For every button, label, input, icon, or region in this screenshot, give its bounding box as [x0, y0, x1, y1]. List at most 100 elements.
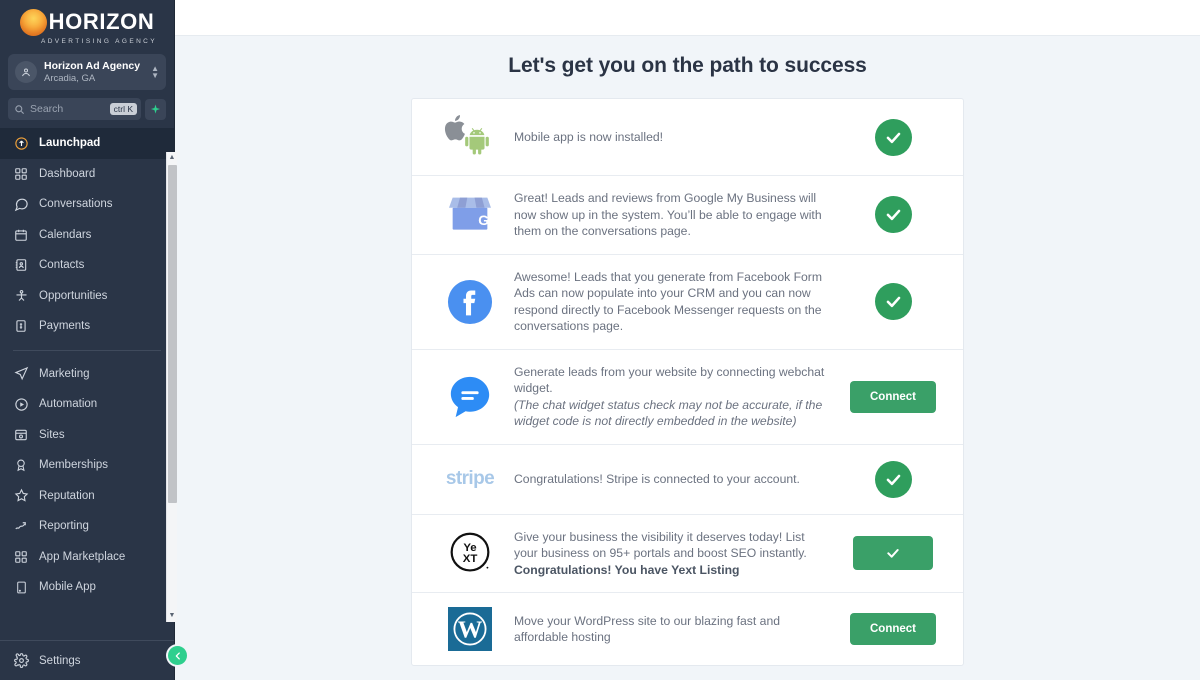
grid-icon [13, 166, 29, 182]
payments-icon [13, 318, 29, 334]
sidebar-item-reporting[interactable]: Reporting [0, 511, 174, 542]
sidebar: HORIZON ADVERTISING AGENCY Horizon Ad Ag… [0, 0, 187, 680]
sidebar-item-launchpad[interactable]: Launchpad [0, 128, 174, 159]
agency-name: Horizon Ad Agency [44, 59, 141, 72]
sidebar-footer: Settings [0, 640, 174, 680]
logo-tagline: ADVERTISING AGENCY [40, 37, 158, 45]
launchpad-row-text: Move your WordPress site to our blazing … [500, 613, 847, 646]
play-circle-icon [13, 396, 29, 412]
check-icon [886, 474, 900, 485]
launchpad-row-action [847, 460, 939, 498]
contacts-icon [13, 257, 29, 273]
sidebar-item-memberships[interactable]: Memberships [0, 450, 174, 481]
check-icon [887, 549, 899, 558]
webchat-widget-icon [440, 374, 500, 420]
sidebar-item-payments[interactable]: Payments [0, 311, 174, 342]
launchpad-row: Awesome! Leads that you generate from Fa… [412, 255, 963, 350]
page-title: Let's get you on the path to success [508, 54, 867, 77]
sidebar-item-label: Marketing [39, 367, 90, 380]
gear-icon [13, 653, 29, 669]
sidebar-item-contacts[interactable]: Contacts [0, 250, 174, 281]
sidebar-item-mobile-app[interactable]: Mobile App [0, 572, 174, 603]
main-area: Let's get you on the path to success Mob… [175, 0, 1200, 680]
sidebar-item-label: Reporting [39, 520, 89, 533]
launchpad-card: Mobile app is now installed! G Great! Le… [411, 98, 964, 666]
sidebar-item-label: Sites [39, 428, 65, 441]
sidebar-scrollbar[interactable]: ▲ ▼ [166, 152, 177, 622]
search-bar: Search ctrl K [8, 98, 166, 120]
sun-icon [19, 8, 47, 36]
launchpad-row-action [847, 196, 939, 234]
svg-text:W: W [458, 616, 483, 643]
check-icon [886, 209, 900, 221]
yext-status-button[interactable] [853, 536, 933, 571]
sidebar-item-conversations[interactable]: Conversations [0, 189, 174, 220]
stripe-icon: stripe [440, 468, 500, 490]
user-location-icon [15, 61, 37, 83]
search-icon [14, 104, 25, 115]
sidebar-item-reputation[interactable]: Reputation [0, 481, 174, 512]
launchpad-row: Ye XT Give your business the visibility … [412, 515, 963, 593]
sidebar-item-label: Automation [39, 398, 98, 411]
launchpad-row: W Move your WordPress site to our blazin… [412, 593, 963, 665]
launchpad-row-action: Connect [847, 380, 939, 413]
row-highlight: Congratulations! You have Yext Listing [514, 562, 740, 577]
agency-location: Arcadia, GA [44, 72, 96, 84]
sidebar-item-automation[interactable]: Automation [0, 389, 174, 420]
grid-icon [13, 549, 29, 565]
launchpad-row: Mobile app is now installed! [412, 99, 963, 176]
paper-plane-icon [13, 366, 29, 382]
app-root: HORIZON ADVERTISING AGENCY Horizon Ad Ag… [0, 0, 1200, 680]
wordpress-icon: W [440, 607, 500, 651]
launchpad-row: Generate leads from your website by conn… [412, 350, 963, 445]
launchpad-row-text: Generate leads from your website by conn… [500, 364, 847, 430]
row-text: Congratulations! Stripe is connected to … [514, 471, 800, 486]
sidebar-item-label: Dashboard [39, 167, 96, 180]
sidebar-item-label: Mobile App [39, 581, 96, 594]
scrollbar-thumb[interactable] [167, 165, 177, 503]
facebook-icon [440, 279, 500, 325]
row-text: Mobile app is now installed! [514, 129, 664, 144]
connect-button[interactable]: Connect [850, 613, 936, 645]
chat-bubble-icon [13, 196, 29, 212]
connect-button[interactable]: Connect [850, 380, 936, 413]
sidebar-item-settings[interactable]: Settings [0, 641, 81, 680]
agency-switcher[interactable]: Horizon Ad Agency Arcadia, GA ▲ ▼ [8, 54, 166, 90]
row-text: Generate leads from your website by conn… [514, 364, 825, 396]
sidebar-item-sites[interactable]: Sites [0, 420, 174, 451]
stripe-wordmark: stripe [445, 468, 495, 489]
chevron-up-down-icon: ▲ ▼ [151, 64, 159, 80]
sites-icon [13, 427, 29, 443]
sidebar-item-calendars[interactable]: Calendars [0, 220, 174, 251]
launchpad-row-text: Great! Leads and reviews from Google My … [500, 190, 847, 240]
sidebar-item-dashboard[interactable]: Dashboard [0, 159, 174, 190]
sidebar-item-opportunities[interactable]: Opportunities [0, 281, 174, 312]
sidebar-item-label: Conversations [39, 198, 113, 211]
sidebar-item-label: Opportunities [39, 289, 108, 302]
sidebar-collapse-button[interactable] [168, 646, 187, 665]
sidebar-item-label: Calendars [39, 228, 92, 241]
svg-text:G: G [478, 213, 489, 228]
status-check-badge [874, 460, 912, 498]
launchpad-row-action [847, 118, 939, 156]
caret-down-icon[interactable]: ▼ [169, 610, 176, 622]
apple-android-icon [440, 113, 500, 161]
sparkle-icon[interactable] [145, 98, 166, 120]
launchpad-row-text: Mobile app is now installed! [500, 129, 847, 146]
mobile-icon [13, 579, 29, 595]
status-check-badge [874, 196, 912, 234]
caret-up-icon[interactable]: ▲ [169, 152, 176, 164]
status-check-badge [874, 283, 912, 320]
launchpad-row-text: Give your business the visibility it des… [500, 529, 847, 579]
brand-logo[interactable]: HORIZON ADVERTISING AGENCY [0, 0, 174, 50]
sidebar-item-marketing[interactable]: Marketing [0, 359, 174, 390]
sidebar-item-label: Contacts [39, 259, 85, 272]
badge-icon [13, 457, 29, 473]
top-bar [175, 0, 1200, 36]
search-input[interactable]: Search ctrl K [8, 98, 141, 120]
sidebar-nav: Launchpad Dashboard Conversations Calend… [0, 128, 174, 607]
calendar-icon [13, 227, 29, 243]
sidebar-divider [13, 349, 161, 351]
star-icon [13, 488, 29, 504]
sidebar-item-app-marketplace[interactable]: App Marketplace [0, 542, 174, 573]
